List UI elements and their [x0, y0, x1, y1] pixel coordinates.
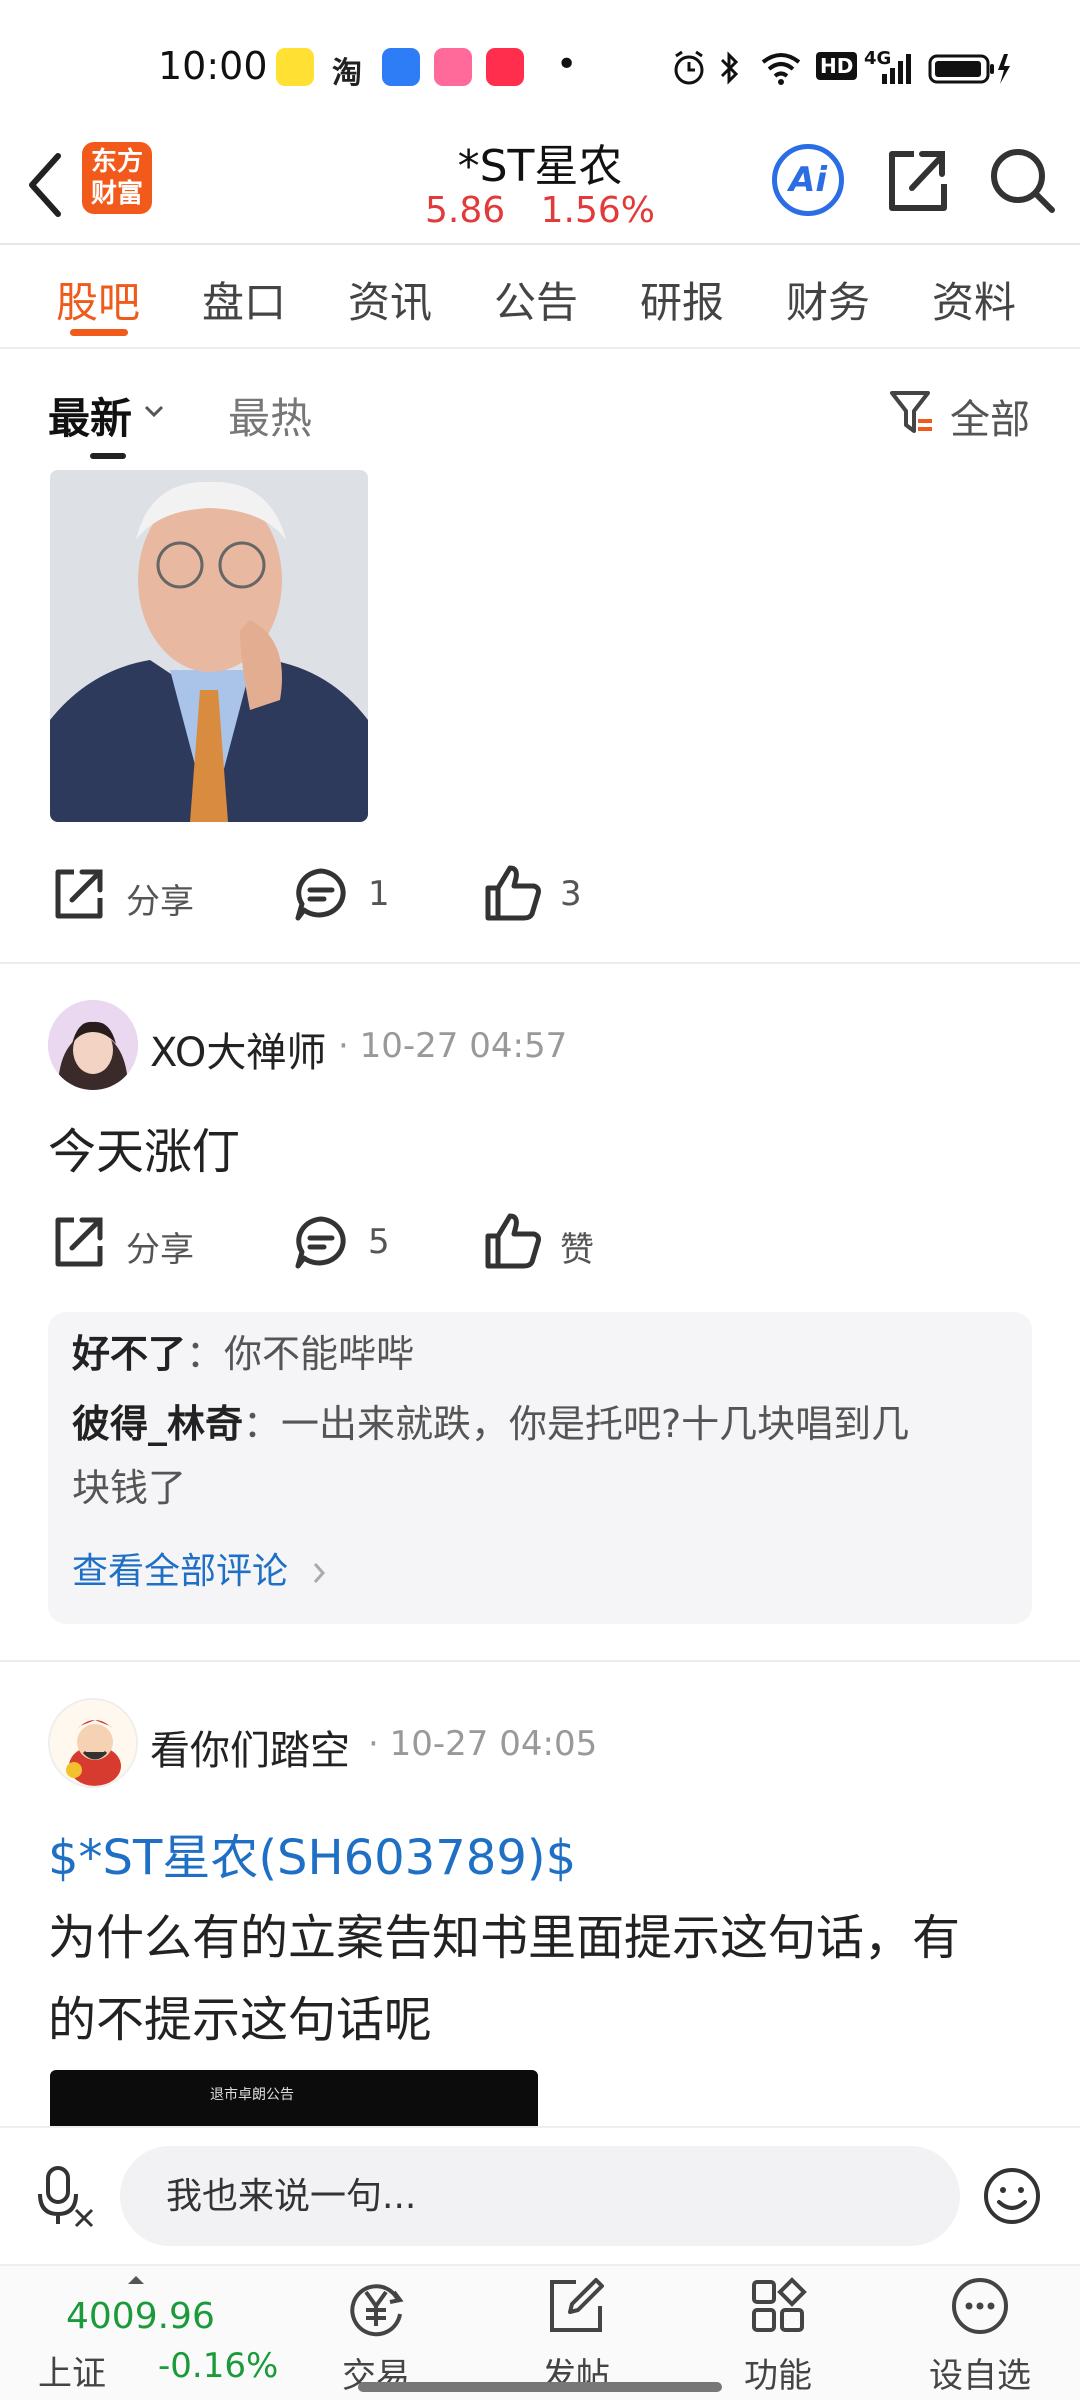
notification-dot: • [556, 44, 578, 85]
tab-indicator [70, 329, 128, 336]
avatar[interactable] [48, 1000, 138, 1090]
index-name: 上证 [38, 2354, 106, 2394]
comment-text-continued: 块钱了 [72, 1466, 187, 1510]
nav-add-watchlist-label: 设自选 [929, 2356, 1031, 2396]
hd-badge: HD [816, 52, 858, 80]
avatar[interactable] [48, 1698, 138, 1788]
comment-text: ：一出来就跌，你是托吧?十几块唱到几 [243, 1402, 910, 1446]
comment-input[interactable] [120, 2146, 960, 2246]
home-indicator[interactable] [358, 2382, 722, 2392]
chevron-right-icon [314, 1563, 326, 1583]
bottom-nav: 4009.96 上证 -0.16% 交易 发帖 功能 设自选 [0, 2264, 1080, 2400]
post-username[interactable]: XO大禅师 [150, 1020, 326, 1078]
index-change: -0.16% [158, 2346, 279, 2386]
trade-yen-icon [350, 2284, 404, 2337]
more-circle-icon [952, 2278, 1008, 2334]
post-time: · 10-27 04:05 [368, 1724, 598, 1764]
comment-count[interactable]: 5 [368, 1222, 390, 1262]
post-content-line2[interactable]: 的不提示这句话呢 [48, 1980, 432, 2050]
share-icon[interactable] [884, 144, 950, 216]
xiaohongshu-app-icon [486, 48, 524, 86]
index-value: 4009.96 [66, 2296, 215, 2337]
comments-preview[interactable]: 好不了：你不能哔哔 彼得_林奇：一出来就跌，你是托吧?十几块唱到几 块钱了 查看… [48, 1312, 1032, 1624]
grid-functions-icon [752, 2277, 807, 2332]
bluetooth-icon [720, 51, 739, 85]
stock-mention-link[interactable]: $*ST星农(SH603789)$ [48, 1818, 576, 1888]
bilibili-app-icon [434, 48, 472, 86]
market-index[interactable]: 4009.96 上证 -0.16% [0, 2266, 300, 2402]
post-username[interactable]: 看你们踏空 [150, 1718, 350, 1776]
taobao-app-icon: 淘 [332, 56, 362, 91]
avatar-photo [48, 1000, 138, 1090]
share-label[interactable]: 分享 [126, 874, 194, 923]
post-1-actions: 分享 1 3 [0, 856, 1080, 936]
comment-icon[interactable] [292, 1214, 350, 1270]
tab-profile[interactable]: 资料 [932, 269, 1016, 330]
comment-icon[interactable] [292, 866, 350, 922]
tab-guba[interactable]: 股吧 [56, 269, 140, 330]
stock-tabs: 股吧 盘口 资讯 公告 研报 财务 资料 [0, 245, 1080, 348]
tab-finance[interactable]: 财务 [786, 269, 870, 330]
share-label[interactable]: 分享 [126, 1222, 194, 1271]
like-label[interactable]: 赞 [560, 1222, 594, 1271]
xianyu-app-icon [276, 48, 314, 86]
nav-functions[interactable]: 功能 [708, 2266, 848, 2402]
ai-button[interactable]: Ai [772, 144, 844, 216]
nav-functions-label: 功能 [744, 2356, 812, 2396]
ai-icon: Ai [789, 160, 827, 200]
stock-change-percent: 1.56% [540, 190, 655, 231]
comment-line: 彼得_林奇：一出来就跌，你是托吧?十几块唱到几 [72, 1392, 909, 1456]
like-thumb-icon[interactable] [484, 1212, 542, 1270]
post-time: · 10-27 04:57 [338, 1026, 568, 1066]
sort-indicator [90, 453, 126, 459]
edit-post-icon [550, 2278, 604, 2332]
tab-news[interactable]: 资讯 [348, 269, 432, 330]
sort-hottest[interactable]: 最热 [228, 385, 312, 446]
sort-bar: 最新 最热 全部 [0, 349, 1080, 469]
post-content[interactable]: 今天涨仃 [48, 1112, 240, 1182]
filter-icon[interactable] [888, 387, 936, 437]
search-icon[interactable] [986, 144, 1058, 216]
post-image-portrait[interactable] [50, 470, 368, 822]
battery-icon [928, 54, 1010, 84]
chevron-down-icon[interactable] [142, 401, 166, 421]
voice-to-text-icon[interactable] [36, 2164, 96, 2230]
view-all-label: 查看全部评论 [72, 1551, 289, 1592]
tab-announcements[interactable]: 公告 [494, 269, 578, 330]
comment-input-bar [0, 2126, 1080, 2264]
stock-header: 东方 财富 *ST星农 5.86 1.56% Ai [0, 130, 1080, 244]
comment-user[interactable]: 好不了 [72, 1332, 186, 1376]
portrait-photo [50, 470, 368, 822]
post-2-actions: 分享 5 赞 [0, 1204, 1080, 1284]
nav-add-watchlist[interactable]: 设自选 [910, 2266, 1050, 2402]
stock-price: 5.86 [425, 190, 506, 231]
post-divider [0, 962, 1080, 964]
alarm-icon [674, 50, 704, 85]
like-thumb-icon[interactable] [484, 864, 542, 922]
filter-label[interactable]: 全部 [950, 387, 1030, 445]
comment-text: ：你不能哔哔 [186, 1332, 415, 1376]
comment-count[interactable]: 1 [368, 874, 390, 914]
image-caption: 退市卓朗公告 [210, 2087, 294, 2103]
status-time: 10:00 [158, 44, 268, 88]
comment-user[interactable]: 彼得_林奇 [72, 1402, 243, 1446]
emoji-icon[interactable] [982, 2166, 1042, 2226]
view-all-comments-link[interactable]: 查看全部评论 [72, 1542, 329, 1594]
post-divider [0, 1660, 1080, 1662]
avatar-god-of-wealth [50, 1700, 136, 1786]
like-count[interactable]: 3 [560, 874, 582, 914]
tab-research[interactable]: 研报 [640, 269, 724, 330]
comment-line: 好不了：你不能哔哔 [72, 1322, 414, 1386]
signal-icon [882, 54, 911, 84]
status-bar: 10:00 淘 • HD 4G [0, 0, 1080, 130]
tab-pankou[interactable]: 盘口 [202, 269, 286, 330]
post-content-line1[interactable]: 为什么有的立案告知书里面提示这句话，有 [48, 1898, 960, 1968]
caret-up-icon [128, 2276, 144, 2284]
calendar-app-icon [382, 48, 420, 86]
sort-latest[interactable]: 最新 [48, 385, 132, 446]
post-image-screenshot[interactable]: 退市卓朗公告 [50, 2070, 538, 2126]
wifi-icon [761, 53, 801, 85]
share-icon[interactable] [50, 866, 106, 922]
share-icon[interactable] [50, 1214, 106, 1270]
